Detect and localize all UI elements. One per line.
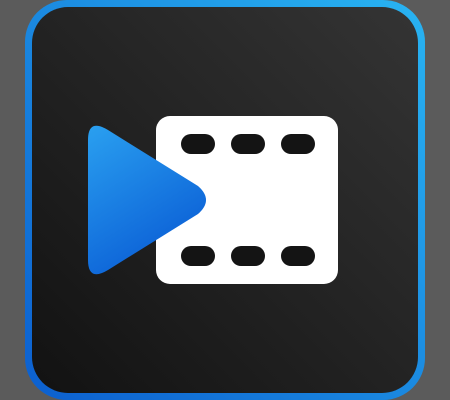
sprocket-hole: [231, 246, 265, 266]
sprocket-hole: [281, 246, 315, 266]
sprocket-hole: [181, 246, 215, 266]
sprocket-hole: [281, 134, 315, 154]
sprocket-hole: [181, 134, 215, 154]
sprocket-hole: [231, 134, 265, 154]
app-icon: [25, 0, 425, 400]
